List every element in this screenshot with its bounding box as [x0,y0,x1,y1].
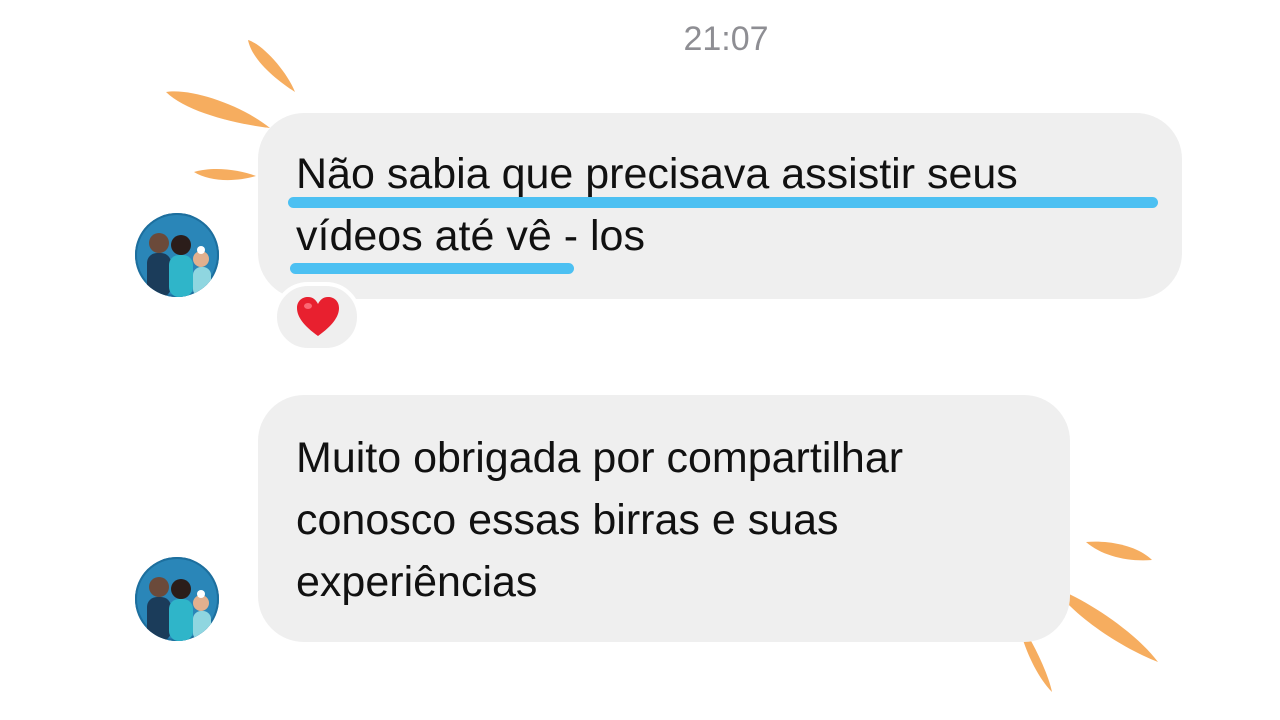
message-timestamp: 21:07 [683,20,769,58]
message-line: conosco essas birras e suas [296,496,839,544]
sender-avatar[interactable] [135,557,219,641]
ray-top-left-1 [248,40,295,92]
reaction-badge[interactable] [273,282,361,352]
message-line: Muito obrigada por compartilhar [296,434,904,482]
heart-icon [297,297,339,336]
family-photo-icon [135,213,219,297]
message-bubble-1[interactable]: Não sabia que precisava assistir seus ví… [258,113,1182,299]
message-bubble-2[interactable]: Muito obrigada por compartilhar conosco … [258,395,1070,642]
ray-top-left-3 [194,169,256,181]
ray-top-left-2 [166,91,270,128]
sender-avatar[interactable] [135,213,219,297]
message-line: Não sabia que precisava assistir seus [296,150,1018,198]
message-line: vídeos até vê - los [296,212,645,260]
family-photo-icon [135,557,219,641]
chat-screen: 21:07 Não sabia que precisava assistir s… [0,0,1280,720]
message-line: experiências [296,558,538,606]
ray-bottom-right-1 [1086,541,1152,561]
